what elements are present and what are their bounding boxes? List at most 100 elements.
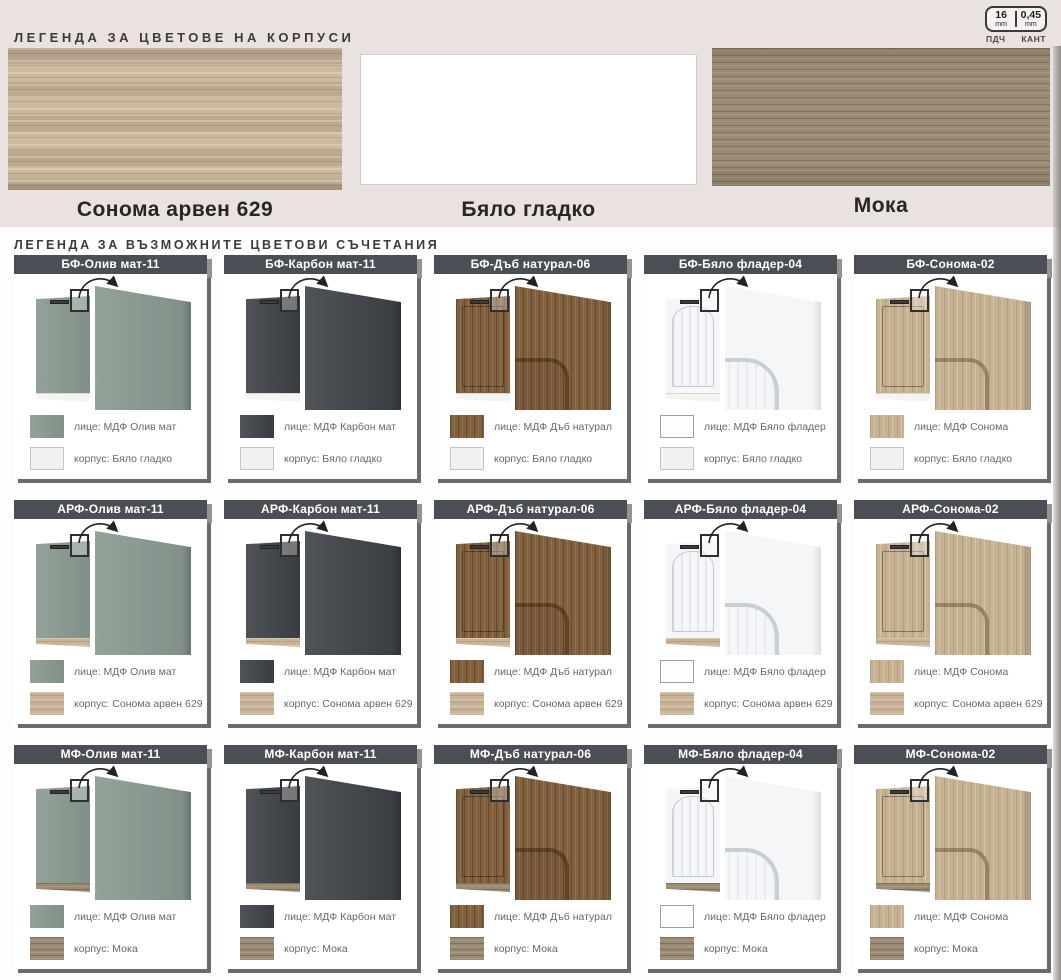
badge-labels: ПДЧ КАНТ (985, 34, 1047, 44)
card-body: лице: МДФ Сонома корпус: Бяло гладко (854, 274, 1047, 479)
door-frame-detail (462, 551, 504, 632)
korpus-label: корпус: Сонома арвен 629 (704, 698, 833, 710)
panel-bevel-edge (182, 776, 191, 900)
korpus-bottom-strip (456, 638, 510, 647)
face-label: лице: МДФ Олив мат (74, 666, 176, 678)
panel-corner-detail (515, 358, 569, 410)
door-handle (890, 790, 909, 794)
zoom-arrow-icon (286, 762, 334, 790)
panel-bevel-edge (392, 286, 401, 410)
face-color-swatch (30, 415, 64, 438)
face-color-swatch (450, 415, 484, 438)
korpus-label: корпус: Бяло гладко (494, 453, 592, 465)
face-color-swatch (30, 660, 64, 683)
face-legend-row: лице: МДФ Дъб натурал (450, 660, 627, 683)
kant-label: КАНТ (1021, 34, 1046, 44)
door-handle (680, 790, 699, 794)
face-legend-row: лице: МДФ Дъб натурал (450, 905, 627, 928)
face-label: лице: МДФ Дъб натурал (494, 421, 612, 433)
korpus-legend-row: корпус: Мока (30, 937, 207, 960)
card-title: МФ-Бяло фладер-04 (678, 747, 803, 761)
face-label: лице: МДФ Дъб натурал (494, 911, 612, 923)
combination-card: МФ-Карбон мат-11 (224, 745, 417, 969)
door-handle (890, 545, 909, 549)
card-body: лице: МДФ Бяло фладер корпус: Мока (644, 764, 837, 969)
zoom-arrow-icon (76, 517, 124, 545)
card-body: лице: МДФ Олив мат корпус: Сонома арвен … (14, 519, 207, 724)
face-legend-row: лице: МДФ Карбон мат (240, 415, 417, 438)
korpus-label: корпус: Сонома арвен 629 (914, 698, 1043, 710)
korpus-legend-row: корпус: Сонома арвен 629 (660, 692, 837, 715)
material-closeup (935, 286, 1031, 410)
combination-card: БФ-Бяло фладер-04 (644, 255, 837, 479)
face-color-swatch (450, 905, 484, 928)
panel-bevel-edge (1022, 531, 1031, 655)
face-color-swatch (450, 660, 484, 683)
card-body: лице: МДФ Бяло фладер корпус: Бяло гладк… (644, 274, 837, 479)
panel-corner-detail (935, 358, 989, 410)
card-title: МФ-Карбон мат-11 (264, 747, 376, 761)
combination-cards-grid: БФ-Олив мат-11 (14, 255, 1047, 969)
korpus-legend-row: корпус: Мока (660, 937, 837, 960)
card-body: лице: МДФ Сонома корпус: Сонома арвен 62… (854, 519, 1047, 724)
door-handle (260, 790, 279, 794)
korpus-legend-row: корпус: Мока (240, 937, 417, 960)
material-closeup (515, 286, 611, 410)
panel-bevel-edge (392, 776, 401, 900)
mocha-texture-image (712, 48, 1050, 186)
korpus-swatch-sonoma-arven: Сонома арвен 629 (8, 48, 342, 222)
zoom-arrow-icon (76, 272, 124, 300)
zoom-arrow-icon (706, 272, 754, 300)
face-label: лице: МДФ Олив мат (74, 911, 176, 923)
card-body: лице: МДФ Олив мат корпус: Мока (14, 764, 207, 969)
zoom-arrow-icon (706, 517, 754, 545)
face-color-swatch (870, 415, 904, 438)
panel-corner-detail (725, 603, 779, 655)
section-title-color-combinations: ЛЕГЕНДА ЗА ВЪЗМОЖНИТЕ ЦВЕТОВИ СЪЧЕТАНИЯ (14, 238, 439, 252)
door-handle (680, 545, 699, 549)
face-legend-row: лице: МДФ Дъб натурал (450, 415, 627, 438)
face-color-swatch (660, 660, 694, 683)
face-color-swatch (240, 905, 274, 928)
korpus-color-swatch (240, 447, 274, 470)
door-illustration (434, 519, 627, 655)
korpus-color-swatch (660, 937, 694, 960)
face-legend-row: лице: МДФ Карбон мат (240, 905, 417, 928)
card-title: БФ-Дъб натурал-06 (471, 257, 591, 271)
board-thickness: 16 mm (987, 10, 1015, 28)
door-handle (50, 300, 69, 304)
face-label: лице: МДФ Бяло фладер (704, 666, 826, 678)
door-illustration (224, 519, 417, 655)
korpus-legend-row: корпус: Мока (870, 937, 1047, 960)
door-frame-detail (672, 551, 714, 632)
face-label: лице: МДФ Сонома (914, 421, 1008, 433)
door-illustration (224, 764, 417, 900)
door-illustration (644, 764, 837, 900)
korpus-legend-row: корпус: Бяло гладко (660, 447, 837, 470)
face-label: лице: МДФ Карбон мат (284, 666, 396, 678)
korpus-swatch-white-smooth: Бяло гладко (360, 54, 697, 222)
panel-bevel-edge (602, 286, 611, 410)
korpus-bottom-strip (246, 883, 300, 892)
door-handle (470, 545, 489, 549)
door-frame-detail (882, 306, 924, 387)
korpus-color-swatch (450, 937, 484, 960)
door-illustration (224, 274, 417, 410)
material-closeup (515, 776, 611, 900)
korpus-color-swatch (660, 692, 694, 715)
panel-corner-detail (515, 603, 569, 655)
korpus-label: корпус: Мока (704, 943, 768, 955)
catalog-page: ЛЕГЕНДА ЗА ЦВЕТОВЕ НА КОРПУСИ 16 mm 0,45… (0, 0, 1061, 980)
card-body: лице: МДФ Дъб натурал корпус: Сонома арв… (434, 519, 627, 724)
combination-card: МФ-Бяло фладер-04 (644, 745, 837, 969)
panel-bevel-edge (1022, 776, 1031, 900)
face-label: лице: МДФ Карбон мат (284, 421, 396, 433)
panel-bevel-edge (602, 776, 611, 900)
korpus-label: корпус: Мока (494, 943, 558, 955)
korpus-color-swatch (870, 937, 904, 960)
combination-card: АРФ-Дъб натурал-06 (434, 500, 627, 724)
swatch-label: Бяло гладко (360, 198, 697, 222)
combination-card: МФ-Сонома-02 (854, 745, 1047, 969)
panel-bevel-edge (812, 776, 821, 900)
korpus-label: корпус: Бяло гладко (74, 453, 172, 465)
